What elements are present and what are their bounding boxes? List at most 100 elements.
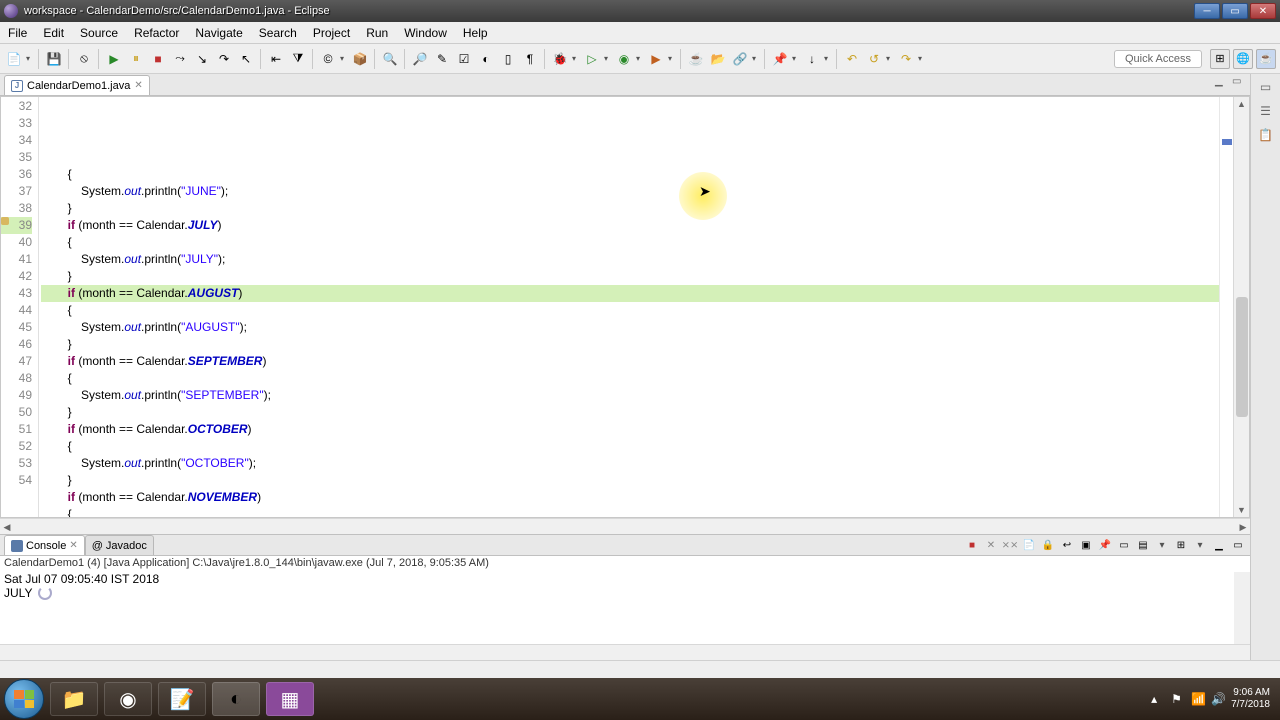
link-editor-button[interactable]: 🔗 (730, 49, 750, 69)
pin-dropdown[interactable]: ▾ (792, 54, 800, 63)
code-line[interactable]: { (41, 506, 1219, 518)
save-button[interactable]: 💾 (44, 49, 64, 69)
menu-window[interactable]: Window (396, 24, 455, 42)
code-line[interactable]: System.out.println("AUGUST"); (41, 319, 1219, 336)
code-editor[interactable]: 3233343536373839404142434445464748495051… (0, 96, 1250, 518)
code-line[interactable]: } (41, 268, 1219, 285)
run-button[interactable]: ▷ (582, 49, 602, 69)
scroll-left-icon[interactable]: ◀ (0, 519, 14, 534)
tray-volume-icon[interactable]: 🔊 (1211, 692, 1225, 706)
next-annotation-button[interactable]: ↓ (802, 49, 822, 69)
step-into-button[interactable]: ↘ (192, 49, 212, 69)
close-button[interactable]: ✕ (1250, 3, 1276, 19)
tray-action-center-icon[interactable]: ⚑ (1171, 692, 1185, 706)
new-console-button[interactable]: ⊞ (1173, 537, 1189, 553)
tray-network-icon[interactable]: 📶 (1191, 692, 1205, 706)
code-line[interactable]: System.out.println("SEPTEMBER"); (41, 387, 1219, 404)
run-dropdown[interactable]: ▾ (604, 54, 612, 63)
terminate-console-button[interactable]: ■ (964, 537, 980, 553)
restore-view-icon[interactable]: ▭ (1257, 80, 1275, 98)
step-filters-button[interactable]: ⧩ (288, 49, 308, 69)
app-taskbar-button[interactable]: ▦ (266, 682, 314, 716)
open-console-button[interactable]: ▤ (1135, 537, 1151, 553)
close-tab-icon[interactable]: ✕ (134, 80, 142, 91)
scroll-up-icon[interactable]: ▲ (1234, 97, 1249, 111)
forward-dropdown[interactable]: ▾ (918, 54, 926, 63)
scroll-down-icon[interactable]: ▼ (1234, 503, 1249, 517)
code-line[interactable]: if (month == Calendar.JULY) (41, 217, 1219, 234)
quick-access-input[interactable]: Quick Access (1114, 50, 1202, 68)
new-button[interactable]: 📄 (4, 49, 24, 69)
editor-tab-calendardemo1[interactable]: J CalendarDemo1.java ✕ (4, 75, 150, 95)
remove-launch-button[interactable]: ✕ (983, 537, 999, 553)
open-perspective-button[interactable]: ⊞ (1210, 49, 1230, 69)
scroll-right-icon[interactable]: ▶ (1236, 519, 1250, 534)
close-console-icon[interactable]: ✕ (69, 540, 77, 551)
java-ee-perspective[interactable]: 🌐 (1233, 49, 1253, 69)
minimize-console-icon[interactable]: ▁ (1211, 537, 1227, 553)
task-button[interactable]: ☑ (454, 49, 474, 69)
pin-console-button[interactable]: 📌 (1097, 537, 1113, 553)
eclipse-taskbar-button[interactable]: ◐ (212, 682, 260, 716)
code-line[interactable]: if (month == Calendar.NOVEMBER) (41, 489, 1219, 506)
console-horizontal-scrollbar[interactable] (0, 644, 1250, 660)
textedit-taskbar-button[interactable]: 📝 (158, 682, 206, 716)
disconnect-button[interactable]: ⤳ (170, 49, 190, 69)
clear-console-button[interactable]: 📄 (1021, 537, 1037, 553)
coverage-dropdown[interactable]: ▾ (636, 54, 644, 63)
remove-all-button[interactable]: ⨯⨯ (1002, 537, 1018, 553)
code-line[interactable]: System.out.println("JULY"); (41, 251, 1219, 268)
console-output[interactable]: Sat Jul 07 09:05:40 IST 2018 JULY (0, 572, 1250, 644)
drop-frame-button[interactable]: ⇤ (266, 49, 286, 69)
menu-file[interactable]: File (0, 24, 35, 42)
scrollbar-thumb[interactable] (1236, 297, 1248, 417)
code-body[interactable]: ➤ { System.out.println("JUNE"); } if (mo… (39, 97, 1219, 517)
code-line[interactable]: { (41, 370, 1219, 387)
debug-button[interactable]: 🐞 (550, 49, 570, 69)
open-project-button[interactable]: 📂 (708, 49, 728, 69)
maximize-console-icon[interactable]: ▭ (1230, 537, 1246, 553)
code-line[interactable]: if (month == Calendar.OCTOBER) (41, 421, 1219, 438)
block-sel-button[interactable]: ▯ (498, 49, 518, 69)
code-line[interactable]: { (41, 166, 1219, 183)
editor-horizontal-scrollbar[interactable]: ◀ ▶ (0, 518, 1250, 534)
last-edit-dropdown[interactable]: ▾ (886, 54, 894, 63)
forward-button[interactable]: ↷ (896, 49, 916, 69)
maximize-view-icon[interactable]: ▭ (1232, 76, 1246, 90)
scroll-lock-button[interactable]: 🔒 (1040, 537, 1056, 553)
step-return-button[interactable]: ↖ (236, 49, 256, 69)
open-type-button[interactable]: 🔍 (380, 49, 400, 69)
console-tab[interactable]: Console ✕ (4, 535, 85, 555)
console-vertical-scrollbar[interactable] (1234, 572, 1250, 644)
pin-button[interactable]: 📌 (770, 49, 790, 69)
resume-button[interactable]: ▶ (104, 49, 124, 69)
code-line[interactable]: System.out.println("OCTOBER"); (41, 455, 1219, 472)
code-line[interactable]: if (month == Calendar.AUGUST) (41, 285, 1219, 302)
skip-breakpoints-button[interactable]: ⦸ (74, 49, 94, 69)
explorer-taskbar-button[interactable]: 📁 (50, 682, 98, 716)
open-console-dropdown[interactable]: ▾ (1154, 537, 1170, 553)
show-whitespace-button[interactable]: ¶ (520, 49, 540, 69)
terminate-button[interactable]: ■ (148, 49, 168, 69)
back-button[interactable]: ↶ (842, 49, 862, 69)
last-edit-button[interactable]: ↺ (864, 49, 884, 69)
ext-tools-button[interactable]: ▶ (646, 49, 666, 69)
toggle-mark-button[interactable]: ◐ (476, 49, 496, 69)
menu-help[interactable]: Help (455, 24, 496, 42)
menu-navigate[interactable]: Navigate (187, 24, 250, 42)
code-line[interactable]: System.out.println("JUNE"); (41, 183, 1219, 200)
code-line[interactable]: } (41, 336, 1219, 353)
code-line[interactable]: { (41, 302, 1219, 319)
menu-search[interactable]: Search (251, 24, 305, 42)
code-line[interactable]: } (41, 472, 1219, 489)
code-line[interactable]: } (41, 404, 1219, 421)
new-console-dropdown[interactable]: ▾ (1192, 537, 1208, 553)
minimize-view-icon[interactable]: ▁ (1215, 76, 1229, 90)
code-line[interactable]: if (month == Calendar.SEPTEMBER) (41, 353, 1219, 370)
taskbar-clock[interactable]: 9:06 AM 7/7/2018 (1231, 687, 1276, 711)
code-line[interactable]: { (41, 234, 1219, 251)
menu-source[interactable]: Source (72, 24, 126, 42)
search-button[interactable]: 🔎 (410, 49, 430, 69)
suspend-button[interactable]: ⏸ (126, 49, 146, 69)
menu-project[interactable]: Project (305, 24, 358, 42)
